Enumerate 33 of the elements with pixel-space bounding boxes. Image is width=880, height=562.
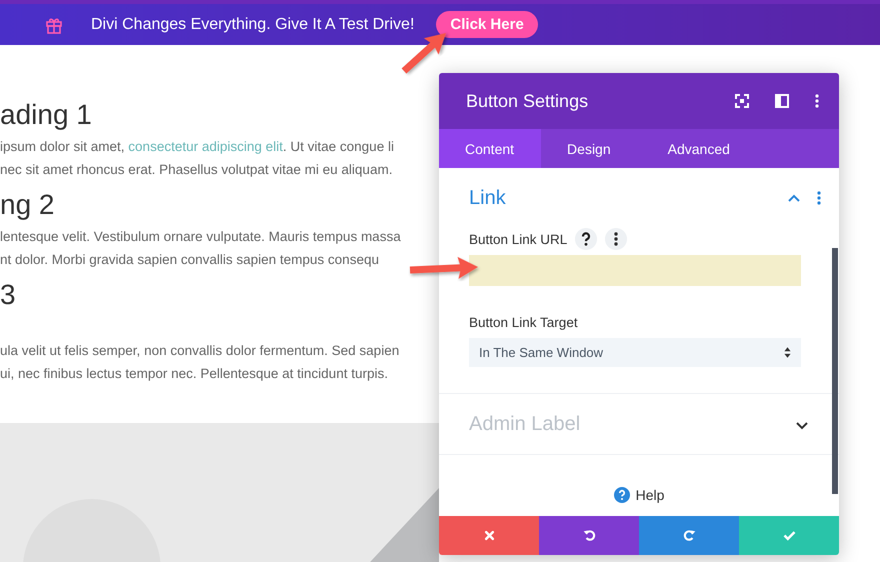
page-heading: ading 1 bbox=[0, 99, 92, 131]
callout-arrow bbox=[402, 33, 446, 74]
tab[interactable]: Design bbox=[541, 129, 638, 168]
body-text: nt dolor. Morbi gravida sapien convallis sapien tempus consequ bbox=[0, 252, 379, 267]
more-icon[interactable] bbox=[815, 94, 819, 108]
body-text: ipsum dolor sit amet, bbox=[0, 139, 126, 154]
url-input-field[interactable] bbox=[469, 255, 801, 286]
page-heading: 3 bbox=[0, 279, 16, 311]
promo-message: Divi Changes Everything. Give It A Test Drive! bbox=[91, 16, 414, 34]
updown-arrows-icon bbox=[784, 347, 791, 358]
gift-icon bbox=[45, 16, 63, 34]
tab[interactable]: Advanced bbox=[638, 129, 757, 168]
layout-icon[interactable] bbox=[775, 94, 789, 108]
body-text: ui, nec finibus lectus tempor nec. Pellentesque at tincidunt turpis. bbox=[0, 366, 388, 381]
body-text: nec sit amet rhoncus erat. Phasellus volutpat vitae mi eu aliquam. bbox=[0, 162, 392, 177]
undo-icon bbox=[582, 528, 596, 543]
expand-icon[interactable] bbox=[735, 94, 749, 108]
chevron-up-icon[interactable] bbox=[787, 192, 801, 204]
body-text: . Ut vitae congue li bbox=[282, 139, 394, 154]
field-label: Button Link Target bbox=[469, 314, 578, 330]
body-text: lentesque velit. Vestibulum ornare vulputate. Mauris tempus massa bbox=[0, 229, 401, 244]
help-link[interactable]: Help bbox=[636, 486, 664, 502]
redo-icon bbox=[682, 528, 696, 543]
click-here-button[interactable]: Click Here bbox=[436, 11, 538, 38]
field-label: Button Link URL bbox=[469, 232, 568, 246]
page-heading: ng 2 bbox=[0, 189, 54, 221]
section-title[interactable]: Link bbox=[469, 186, 787, 210]
target-select[interactable]: In The Same Window bbox=[469, 338, 801, 367]
callout-arrow bbox=[410, 256, 478, 279]
tab[interactable]: Content bbox=[439, 129, 542, 168]
body-text: ula velit ut felis semper, non convallis dolor fermentum. Sed sapien bbox=[0, 343, 400, 358]
panel-title: Button Settings bbox=[466, 90, 590, 112]
scrollbar[interactable] bbox=[832, 248, 838, 494]
